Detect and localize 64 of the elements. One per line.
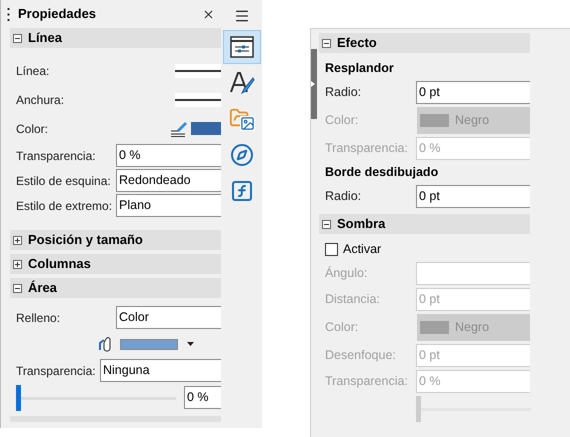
field-label: Distancia: — [325, 292, 380, 306]
line-preview[interactable] — [175, 64, 222, 78]
collapse-icon — [13, 284, 22, 292]
field-label: Ángulo: — [325, 266, 368, 280]
section-header[interactable]: Área — [10, 278, 222, 298]
field-label: Anchura: — [16, 92, 64, 108]
input-field[interactable]: 0 % — [116, 144, 222, 167]
input-field[interactable]: 0 pt — [416, 80, 530, 104]
line-color-icon[interactable] — [169, 120, 190, 136]
field-label: Radio: — [325, 189, 362, 203]
field-label: Color: — [325, 113, 358, 127]
line-preview[interactable] — [175, 92, 222, 106]
field-label: Estilo de extremo: — [16, 198, 112, 212]
input-field[interactable]: Color — [116, 306, 222, 329]
folder-picture-icon — [228, 107, 255, 131]
section-header[interactable]: Línea — [10, 28, 222, 48]
menu-icon[interactable] — [234, 8, 250, 24]
section-header[interactable]: Sombra — [319, 214, 530, 234]
input-field[interactable]: 0 pt — [416, 184, 530, 208]
section-header[interactable]: Efecto — [319, 33, 530, 53]
field-label: Línea: — [16, 62, 50, 80]
field-label: Estilo de esquina: — [16, 174, 111, 188]
checkbox-label: Activar — [343, 240, 382, 258]
input-field[interactable]: Ninguna — [100, 359, 222, 382]
field-label: Radio: — [325, 85, 362, 99]
expand-icon — [13, 260, 22, 268]
grip-icon[interactable] — [7, 8, 10, 20]
field-label: Color: — [16, 120, 48, 138]
fill-color-dropdown[interactable] — [120, 338, 194, 350]
slider-track[interactable] — [416, 396, 531, 422]
color-swatch[interactable] — [191, 122, 222, 135]
compass-icon — [230, 143, 254, 167]
color-swatch — [420, 320, 449, 334]
arrow-icon — [311, 81, 315, 87]
color-swatch — [420, 114, 449, 126]
panel-title: Propiedades — [18, 5, 98, 24]
collapse-icon — [322, 38, 331, 48]
field-label: Transparencia: — [16, 148, 96, 162]
field-label: Transparencia: — [325, 374, 408, 388]
group-heading: Borde desdibujado — [324, 164, 440, 181]
section-header[interactable]: Posición y tamaño — [10, 230, 222, 250]
slider-track[interactable] — [16, 385, 176, 411]
function-icon — [230, 179, 254, 203]
input-field[interactable]: Redondeado — [116, 169, 222, 192]
field-label: Desenfoque: — [325, 348, 396, 362]
collapse-icon — [13, 34, 22, 42]
input-field[interactable]: Plano — [116, 194, 222, 217]
field-label: Color: — [325, 320, 358, 334]
field-label: Transparencia: — [325, 141, 408, 155]
group-heading: Resplandor — [324, 60, 395, 77]
slider-thumb[interactable] — [16, 385, 21, 411]
collapse-handle[interactable] — [311, 49, 317, 119]
sidebar-tab[interactable] — [222, 30, 261, 64]
properties-icon — [230, 36, 254, 58]
expand-icon — [13, 236, 22, 244]
field-label: Relleno: — [16, 310, 60, 324]
collapse-icon — [322, 220, 331, 228]
caret-icon — [187, 342, 194, 346]
field-label: Transparencia: — [16, 364, 96, 378]
letter-brush-icon — [228, 70, 255, 96]
section-header[interactable]: Columnas — [10, 254, 222, 274]
checkbox[interactable] — [325, 242, 338, 256]
input-field[interactable]: 0 % — [184, 386, 222, 408]
close-icon[interactable] — [202, 8, 216, 20]
